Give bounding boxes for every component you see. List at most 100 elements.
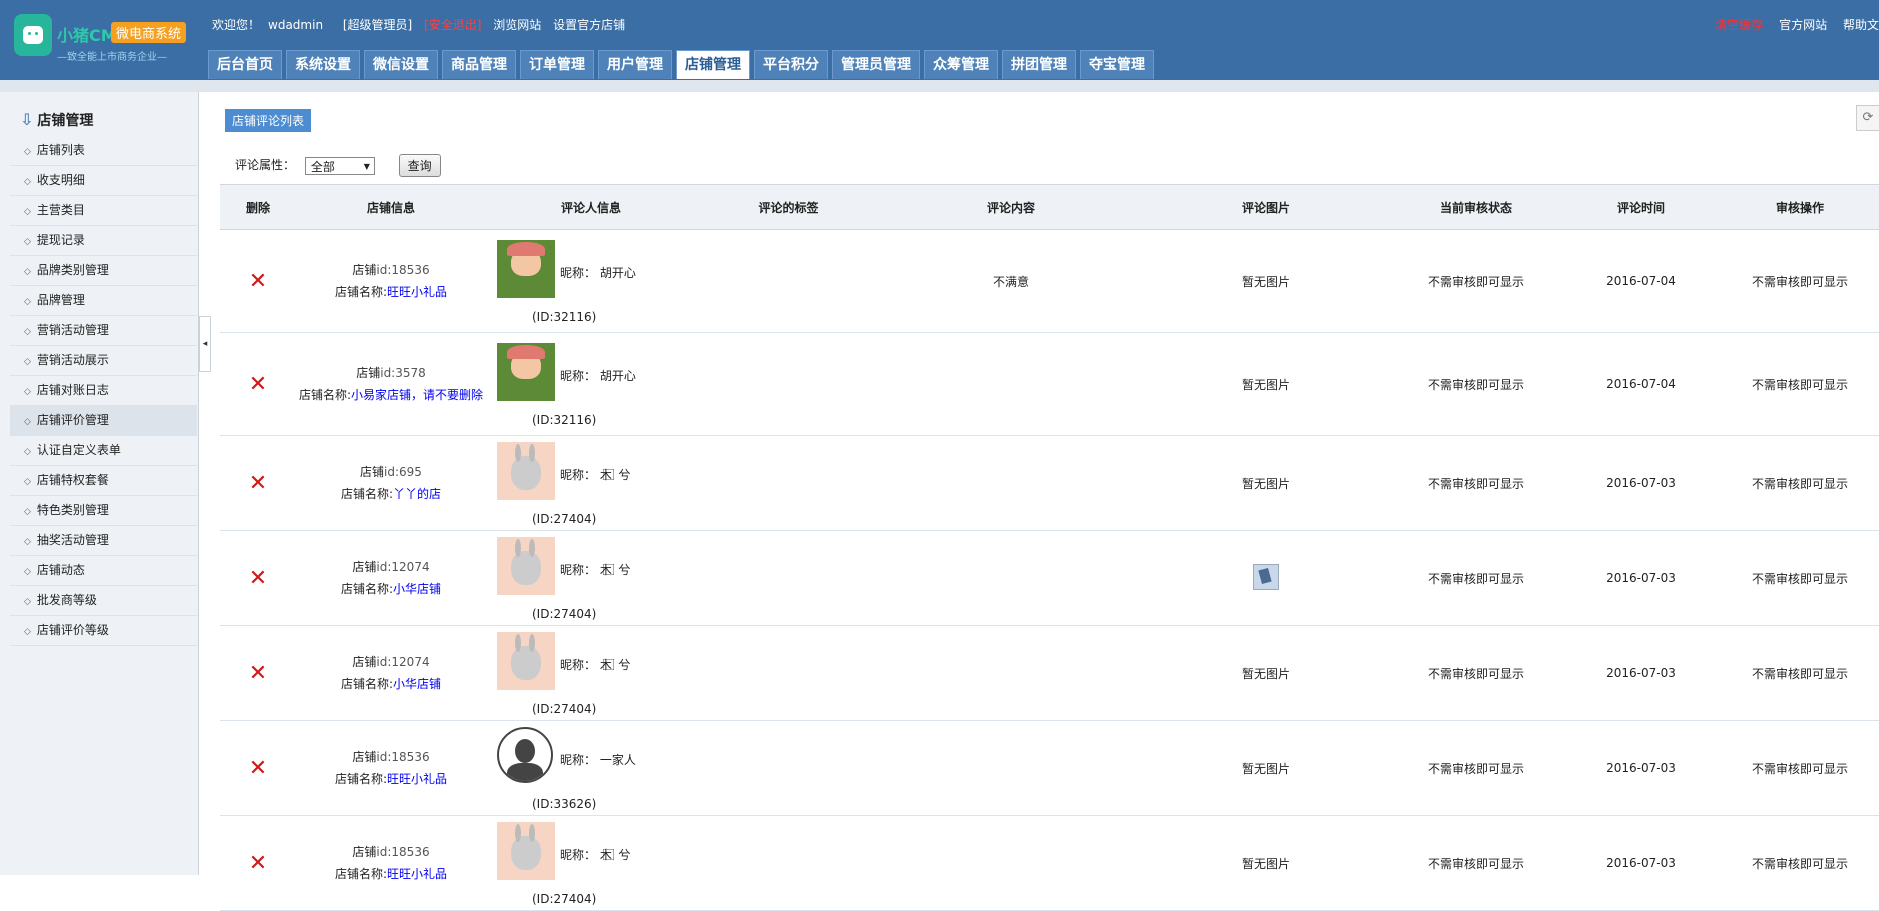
avatar[interactable] [497,343,555,401]
comment-image: 暂无图片 [1141,229,1391,333]
sidebar-item[interactable]: ◇ 店铺对账日志 [10,376,197,406]
nav-tab[interactable]: 系统设置 [286,50,360,79]
sidebar-item[interactable]: ◇ 营销活动管理 [10,316,197,346]
review-status: 不需审核即可显示 [1391,720,1561,816]
reviewer-nickname: 昵称： 一家人 [560,753,636,767]
shop-name-prefix: 店铺名称: [334,772,388,786]
avatar[interactable] [497,442,555,500]
table-row: ✕ 店铺id:3578 店铺名称:小易家店铺，请不要删除 昵称： 胡开心 (ID:321… [220,332,1879,436]
reviewer-cell: 昵称： 一家人 (ID:33626) [486,720,696,816]
avatar[interactable] [497,632,555,690]
shop-name-link[interactable]: 小华店铺 [393,677,441,691]
nav-tab[interactable]: 拼团管理 [1002,50,1076,79]
shop-id-prefix: 店铺 [360,465,385,479]
nav-tab[interactable]: 平台积分 [754,50,828,79]
nav-tab[interactable]: 订单管理 [520,50,594,79]
shop-name-link[interactable]: 丫丫的店 [393,487,441,501]
sidebar-item[interactable]: ◇ 认证自定义表单 [10,436,197,466]
browse-site-link[interactable]: 浏览网站 [493,18,541,32]
close-x-icon[interactable]: ✕ [249,269,267,294]
sidebar-item[interactable]: ◇ 批发商等级 [10,586,197,616]
official-site-link[interactable]: 官方网站 [1779,18,1827,32]
table-row: ✕ 店铺id:12074 店铺名称:小华店铺 昵称： 木 ⃞ 兮 (ID:27404) 暂… [220,625,1879,721]
nav-tab[interactable]: 店铺管理 [676,50,750,79]
comment-attr-select[interactable]: 全部 [304,156,375,176]
close-x-icon[interactable]: ✕ [249,756,267,781]
sidebar-item[interactable]: ◇ 抽奖活动管理 [10,526,197,556]
sidebar-item[interactable]: ◇ 店铺动态 [10,556,197,586]
sidebar-item[interactable]: ◇ 店铺评价管理 [10,406,197,436]
breadcrumb[interactable]: 店铺评论列表 [225,109,312,132]
logo[interactable]: 小猪CMS 微电商系统 —致全能上市商务企业— [14,14,187,68]
sidebar-item-label: 店铺对账日志 [36,383,109,397]
sidebar-item-label: 品牌类别管理 [36,263,109,277]
review-action[interactable]: 不需审核即可显示 [1721,435,1879,531]
nav-tab[interactable]: 用户管理 [598,50,672,79]
comment-image: 暂无图片 [1141,332,1391,436]
column-header: 评论内容 [881,184,1141,230]
table-header-row: 删除 店铺信息 评论人信息 评论的标签 评论内容 评论图片 当前审核状态 评论时间 审核操作 [220,184,1879,230]
shop-id-line: 店铺id:695 [297,461,485,483]
diamond-bullet-icon: ◇ [24,147,31,157]
table-row: ✕ 店铺id:695 店铺名称:丫丫的店 昵称： 木 ⃞ 兮 (ID:27404) 暂无图… [220,435,1879,531]
nav-tab[interactable]: 夺宝管理 [1080,50,1154,79]
shop-id: id:18536 [376,845,430,859]
nav-tab[interactable]: 微信设置 [364,50,438,79]
sidebar-item[interactable]: ◇ 品牌管理 [10,286,197,316]
logout-link[interactable]: [安全退出] [424,18,481,32]
query-button[interactable]: 查询 [398,154,441,177]
shop-name-link[interactable]: 旺旺小礼品 [387,285,447,299]
shop-name-link[interactable]: 小华店铺 [393,582,441,596]
sidebar-item[interactable]: ◇ 品牌类别管理 [10,256,197,286]
set-official-shop-link[interactable]: 设置官方店铺 [553,18,625,32]
nav-tab[interactable]: 后台首页 [208,50,282,79]
avatar[interactable] [497,822,555,880]
clear-cache-link[interactable]: 清空缓存 [1715,18,1763,32]
comment-time: 2016-07-03 [1561,435,1721,531]
shop-name-prefix: 店铺名称: [334,285,388,299]
avatar[interactable] [497,727,553,783]
sidebar-item[interactable]: ◇ 营销活动展示 [10,346,197,376]
comment-time: 2016-07-04 [1561,332,1721,436]
help-link[interactable]: 帮助文 [1843,18,1879,32]
nav-tab[interactable]: 商品管理 [442,50,516,79]
review-action[interactable]: 不需审核即可显示 [1721,332,1879,436]
nav-tab[interactable]: 众筹管理 [924,50,998,79]
sidebar-item[interactable]: ◇ 店铺特权套餐 [10,466,197,496]
sidebar-item[interactable]: ◇ 店铺评价等级 [10,616,197,646]
reviewer-cell: 昵称： 木 ⃞ 兮 (ID:27404) [486,625,696,721]
shop-info-cell: 店铺id:695 店铺名称:丫丫的店 [296,435,486,531]
reviewer-nickname: 昵称： 木 ⃞ 兮 [560,563,631,577]
close-x-icon[interactable]: ✕ [249,471,267,496]
shop-name-link[interactable]: 旺旺小礼品 [387,867,447,881]
sidebar-item[interactable]: ◇ 特色类别管理 [10,496,197,526]
comment-image-thumbnail[interactable] [1253,563,1279,590]
reviewer-cell: 昵称： 胡开心 (ID:32116) [486,229,696,333]
review-action[interactable]: 不需审核即可显示 [1721,229,1879,333]
nav-tab[interactable]: 管理员管理 [832,50,920,79]
sidebar-item[interactable]: ◇ 收支明细 [10,166,197,196]
sidebar-item[interactable]: ◇ 主营类目 [10,196,197,226]
column-header: 评论图片 [1141,184,1391,230]
comment-tags [696,815,881,911]
reviewer-nickname: 昵称： 胡开心 [560,266,636,280]
shop-info: 店铺id:12074 店铺名称:小华店铺 [297,651,485,695]
review-action[interactable]: 不需审核即可显示 [1721,720,1879,816]
shop-name-link[interactable]: 小易家店铺，请不要删除 [351,388,483,402]
review-action[interactable]: 不需审核即可显示 [1721,815,1879,911]
close-x-icon[interactable]: ✕ [249,661,267,686]
sidebar-item[interactable]: ◇ 店铺列表 [10,136,197,166]
shop-name-link[interactable]: 旺旺小礼品 [387,772,447,786]
avatar[interactable] [497,537,555,595]
review-action[interactable]: 不需审核即可显示 [1721,625,1879,721]
shop-info-cell: 店铺id:18536 店铺名称:旺旺小礼品 [296,720,486,816]
close-x-icon[interactable]: ✕ [249,851,267,876]
comment-image-cell [1141,530,1391,626]
diamond-bullet-icon: ◇ [24,417,31,427]
close-x-icon[interactable]: ✕ [249,566,267,591]
close-x-icon[interactable]: ✕ [249,372,267,397]
sidebar-item[interactable]: ◇ 提现记录 [10,226,197,256]
avatar[interactable] [497,240,555,298]
review-action[interactable]: 不需审核即可显示 [1721,530,1879,626]
refresh-icon[interactable]: ⟳ [1856,105,1879,131]
